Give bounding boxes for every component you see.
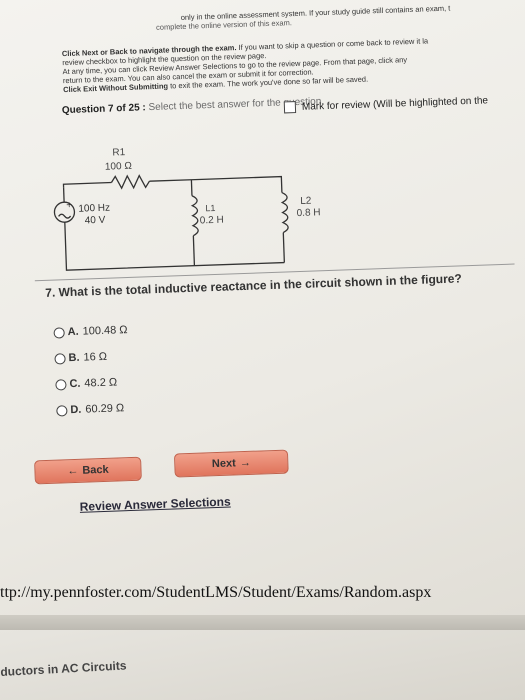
radio-button[interactable]: [53, 326, 65, 339]
l2-value: 0.8 H: [296, 207, 320, 219]
option-d[interactable]: D. 60.29 Ω: [56, 395, 131, 424]
source-voltage: 40 V: [85, 215, 106, 227]
page-url: ttp://my.pennfoster.com/StudentLMS/Stude…: [0, 584, 432, 601]
back-label: Back: [82, 463, 109, 477]
option-a[interactable]: A. 100.48 Ω: [53, 317, 128, 346]
source-plus: +: [66, 200, 72, 211]
back-button[interactable]: ← Back: [34, 456, 142, 485]
source-frequency: 100 Hz: [78, 203, 110, 215]
arrow-right-icon: →: [239, 456, 251, 470]
header-line-2: complete the online version of this exam…: [155, 18, 293, 32]
option-b[interactable]: B. 16 Ω: [54, 343, 129, 372]
l2-label: L2: [300, 196, 312, 207]
l1-label: L1: [205, 203, 215, 213]
radio-button[interactable]: [56, 404, 68, 417]
photo-paper: only in the online assessment system. If…: [0, 0, 525, 700]
review-checkbox[interactable]: [283, 101, 297, 114]
radio-button[interactable]: [55, 378, 67, 391]
review-label: Mark for review (Will be highlighted on …: [301, 94, 489, 113]
r1-value: 100 Ω: [105, 161, 133, 173]
review-answer-selections-link[interactable]: Review Answer Selections: [80, 495, 231, 514]
arrow-left-icon: ←: [67, 464, 79, 478]
circuit-diagram: + R1 100 Ω 100 Hz 40 V L1 0.2 H L2 0.8 H: [53, 147, 321, 271]
next-label: Next: [211, 457, 236, 471]
header-line-1: only in the online assessment system. If…: [180, 3, 451, 23]
l1-value: 0.2 H: [200, 215, 224, 227]
answer-options: A. 100.48 Ω B. 16 Ω C. 48.2 Ω D. 60.29 Ω: [53, 317, 131, 424]
next-button[interactable]: Next →: [173, 449, 289, 478]
r1-label: R1: [112, 147, 126, 158]
radio-button[interactable]: [54, 352, 66, 365]
question-number: Question 7 of 25 :: [61, 102, 146, 117]
instructions-block: Click Next or Back to navigate through t…: [62, 36, 430, 94]
exam-page: only in the online assessment system. If…: [0, 0, 525, 635]
option-c[interactable]: C. 48.2 Ω: [55, 369, 130, 398]
